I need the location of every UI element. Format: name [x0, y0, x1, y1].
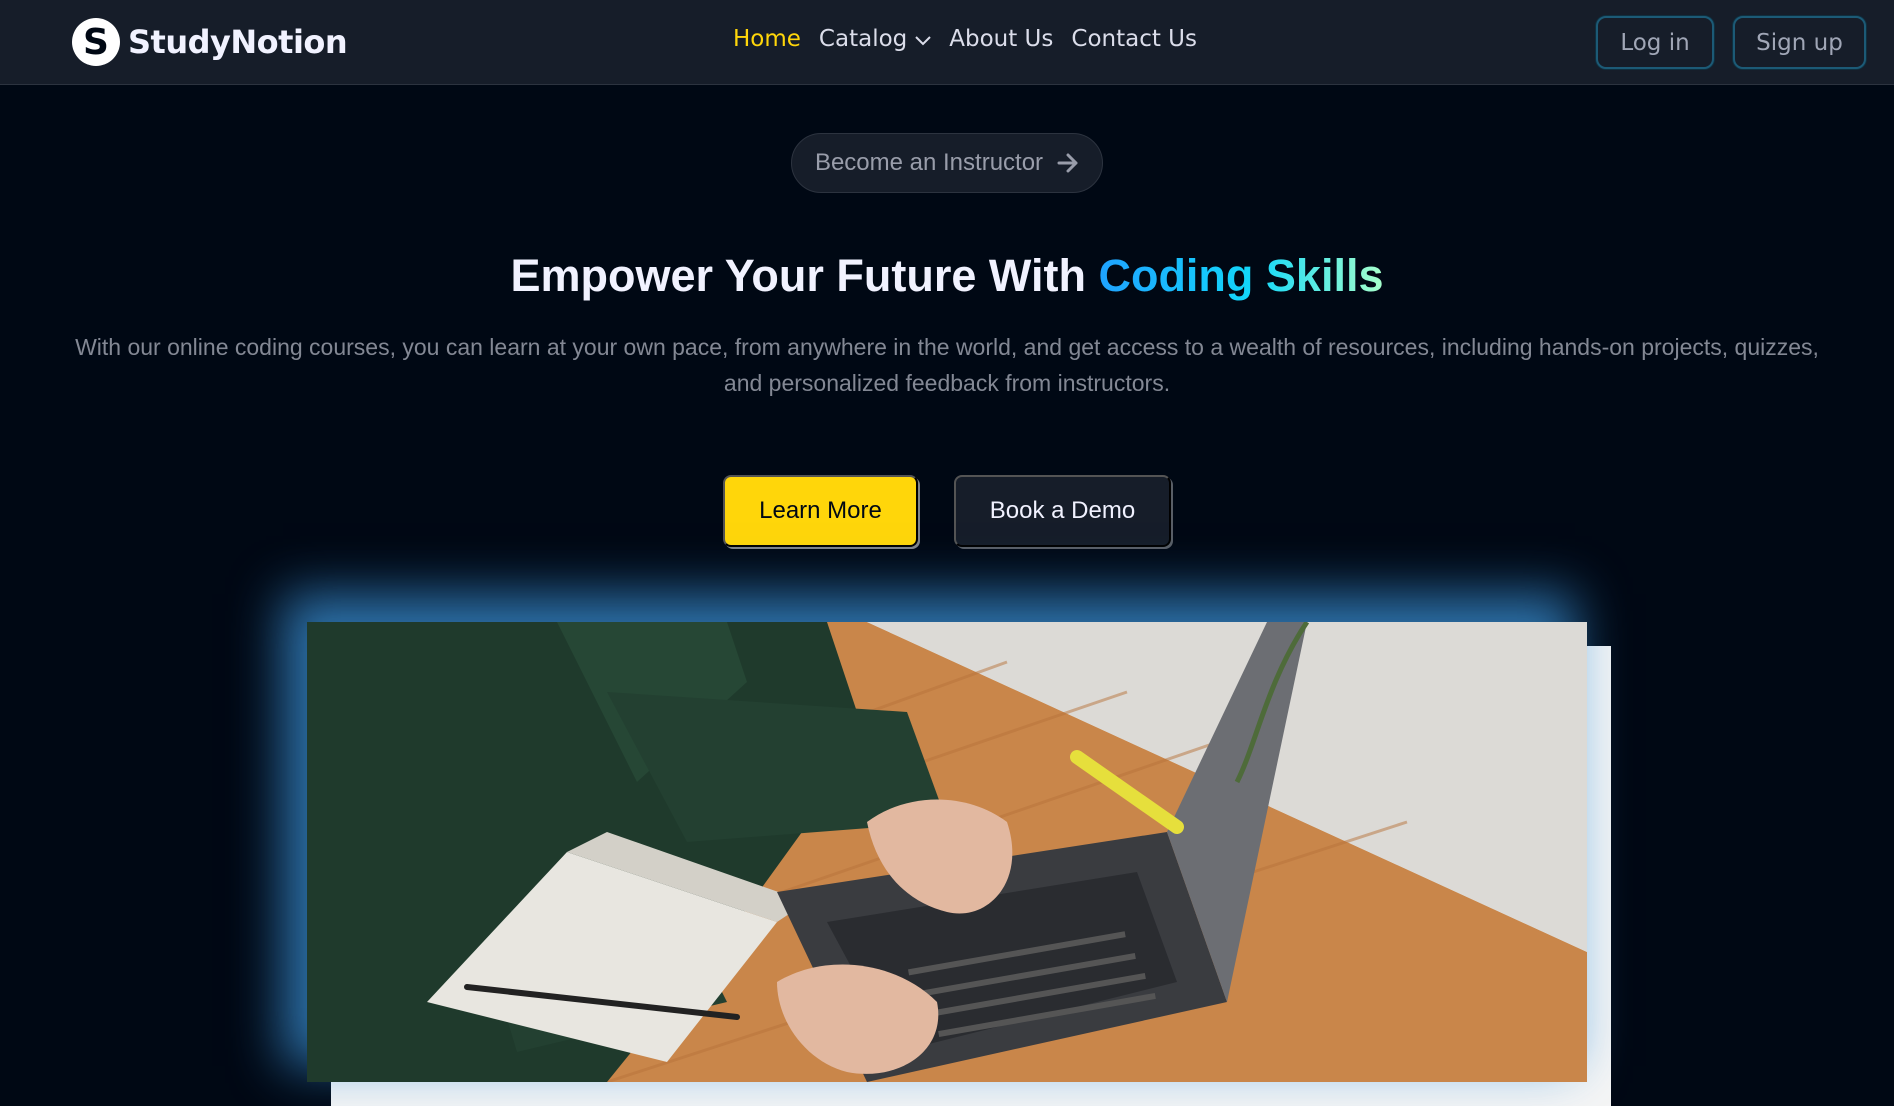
nav-item-catalog[interactable]: Catalog	[819, 26, 931, 52]
hero-video-container	[307, 622, 1611, 1106]
become-instructor-button[interactable]: Become an Instructor	[791, 133, 1103, 193]
hero-headline-highlight: Coding Skills	[1098, 250, 1384, 301]
hero-video[interactable]	[307, 622, 1587, 1082]
hero-subtext: With our online coding courses, you can …	[75, 334, 1819, 396]
become-instructor-label: Become an Instructor	[814, 149, 1044, 176]
hero-headline: Empower Your Future With Coding Skills	[0, 250, 1894, 302]
nav-item-home[interactable]: Home	[733, 26, 801, 52]
chevron-down-icon	[915, 26, 931, 52]
signup-button[interactable]: Sign up	[1733, 16, 1866, 69]
logo-icon: S	[72, 18, 120, 66]
nav-item-about[interactable]: About Us	[949, 26, 1053, 52]
brand-name: StudyNotion	[128, 23, 348, 61]
hero-headline-prefix: Empower Your Future With	[510, 250, 1099, 301]
login-button[interactable]: Log in	[1596, 16, 1714, 69]
arrow-right-icon	[1057, 153, 1079, 173]
book-demo-button[interactable]: Book a Demo	[954, 475, 1171, 547]
learn-more-button[interactable]: Learn More	[723, 475, 918, 547]
top-navbar: S StudyNotion Home Catalog About Us Cont…	[0, 0, 1894, 85]
nav-item-catalog-label: Catalog	[818, 26, 908, 52]
nav-item-contact[interactable]: Contact Us	[1071, 26, 1197, 52]
brand-logo[interactable]: S StudyNotion	[72, 18, 348, 66]
main-nav: Home Catalog About Us Contact Us	[733, 26, 1215, 52]
hero-video-illustration	[307, 622, 1587, 1082]
